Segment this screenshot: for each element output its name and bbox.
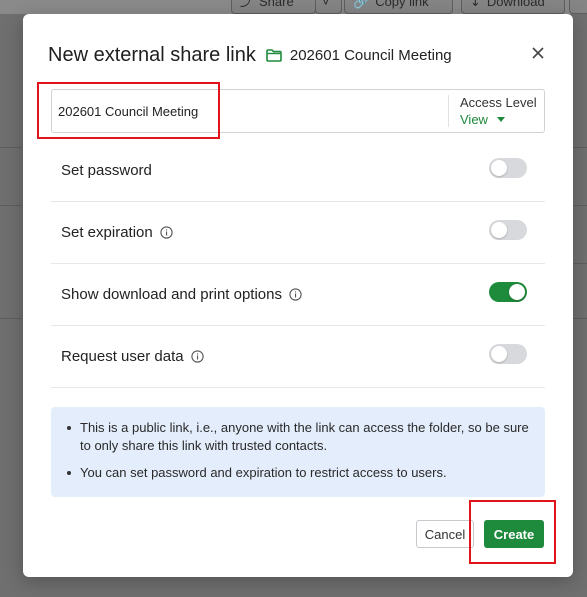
download-icon: ↧ bbox=[470, 0, 481, 9]
toggle-knob bbox=[491, 221, 507, 238]
option-set-password: Set password bbox=[51, 140, 545, 202]
info-icon[interactable] bbox=[160, 226, 173, 239]
download-button: ↧ Download bbox=[461, 0, 565, 14]
link-name-field: Access Level View bbox=[51, 89, 545, 133]
link-icon: 🔗 bbox=[353, 0, 370, 9]
link-name-input[interactable] bbox=[52, 90, 448, 132]
close-icon bbox=[532, 47, 544, 59]
option-download-print: Show download and print options bbox=[51, 264, 545, 326]
notice-item: This is a public link, i.e., anyone with… bbox=[66, 419, 529, 455]
toggle-knob bbox=[491, 159, 507, 176]
copy-link-button: 🔗 Copy link bbox=[344, 0, 453, 14]
option-set-expiration: Set expiration bbox=[51, 202, 545, 264]
access-level-dropdown[interactable]: Access Level View bbox=[448, 95, 544, 127]
toggle-knob bbox=[491, 345, 507, 362]
access-level-value: View bbox=[460, 111, 544, 129]
info-icon[interactable] bbox=[289, 288, 302, 301]
dialog-title: New external share link bbox=[48, 43, 256, 66]
notice-item: You can set password and expiration to r… bbox=[66, 464, 529, 482]
cancel-button[interactable]: Cancel bbox=[416, 520, 474, 548]
option-label: Set expiration bbox=[61, 224, 153, 241]
caret-down-icon bbox=[496, 117, 505, 122]
close-button[interactable] bbox=[528, 43, 548, 63]
option-label: Show download and print options bbox=[61, 286, 282, 303]
set-password-toggle[interactable] bbox=[489, 157, 527, 178]
dialog-header: New external share link 202601 Council M… bbox=[48, 41, 548, 69]
option-request-user-data: Request user data bbox=[51, 326, 545, 388]
info-icon[interactable] bbox=[190, 350, 204, 363]
share-menu-chevron: ˅ bbox=[315, 0, 342, 14]
download-print-toggle[interactable] bbox=[489, 281, 527, 302]
create-button[interactable]: Create bbox=[484, 520, 544, 548]
toggle-knob bbox=[509, 283, 525, 300]
share-button: ⤴ Share bbox=[231, 0, 316, 14]
option-label: Request user data bbox=[61, 348, 184, 365]
folder-name: 202601 Council Meeting bbox=[289, 46, 452, 64]
chevron-down-icon: ˅ bbox=[322, 0, 330, 9]
folder-icon bbox=[266, 48, 282, 62]
request-user-data-toggle[interactable] bbox=[489, 343, 527, 364]
access-level-label: Access Level bbox=[460, 95, 537, 110]
public-link-notice: This is a public link, i.e., anyone with… bbox=[51, 407, 545, 497]
more-button bbox=[569, 0, 587, 14]
share-link-dialog: New external share link 202601 Council M… bbox=[23, 14, 573, 577]
share-icon: ⤴ bbox=[240, 0, 254, 9]
set-expiration-toggle[interactable] bbox=[489, 219, 527, 240]
option-label: Set password bbox=[61, 162, 152, 179]
